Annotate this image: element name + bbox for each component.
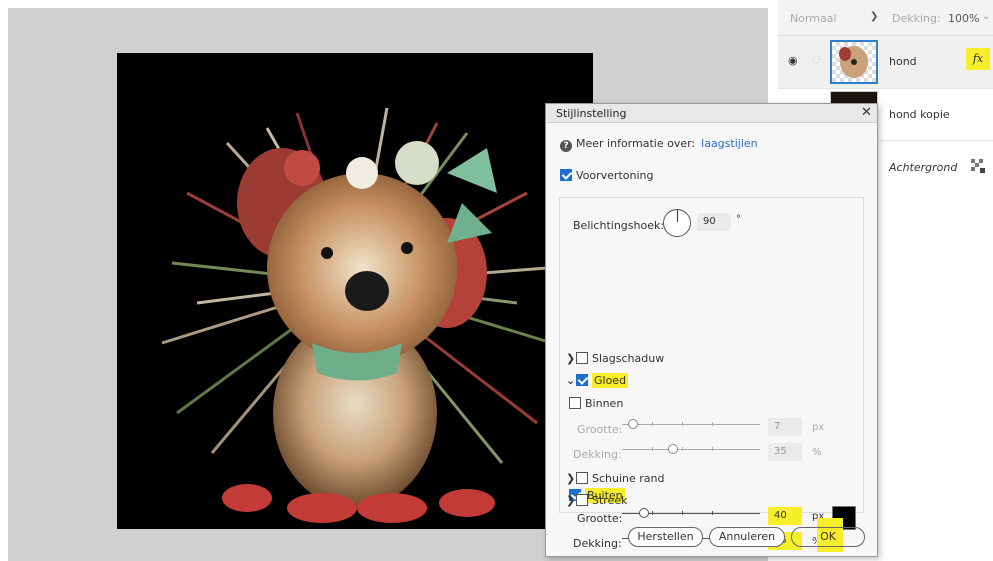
preview-label: Voorvertoning [576,169,654,182]
gloed-checkbox[interactable] [576,374,588,386]
streek-checkbox[interactable] [576,494,588,506]
gloed-row[interactable]: ⌄ Gloed [566,373,629,388]
slagschaduw-row[interactable]: ❯ Slagschaduw [566,352,664,365]
angle-label: Belichtingshoek: [573,219,665,232]
binnen-size-unit: px [812,422,825,433]
schuine-rand-checkbox[interactable] [576,472,588,484]
gloed-label: Gloed [592,373,629,388]
preview-checkbox[interactable]: Voorvertoning [560,169,653,182]
slider-knob[interactable] [668,444,678,454]
binnen-size-slider[interactable] [622,419,760,429]
eye-icon[interactable]: ◉ [788,54,798,67]
help-icon: ? [560,140,572,152]
degree-unit: ° [736,214,741,225]
chevron-right-icon[interactable]: ❯ [566,494,576,507]
chevron-right-icon[interactable]: ❯ [566,472,576,485]
slider-knob[interactable] [628,419,638,429]
streek-label: Streek [592,494,628,507]
layer-row-hond[interactable]: ◉ ◌ hond fx [778,36,993,88]
fx-icon[interactable]: fx [966,48,990,70]
binnen-opacity-unit: % [812,447,822,458]
slagschaduw-checkbox[interactable] [576,352,588,364]
slagschaduw-label: Slagschaduw [592,352,665,365]
binnen-opacity-label: Dekking: [573,448,622,461]
puppy-illustration [161,107,553,523]
streek-row[interactable]: ❯ Streek [566,494,627,507]
angle-dial[interactable] [663,209,691,237]
layers-toolbar: Normaal ❯ Dekking: 100% ⌄ [778,0,993,36]
buiten-size-label: Grootte: [577,512,623,525]
info-text: Meer informatie over: [576,137,696,150]
binnen-opacity-slider[interactable] [622,444,760,454]
cancel-button[interactable]: Annuleren [709,527,785,547]
info-row: ? Meer informatie over: laagstijlen [560,137,758,152]
buiten-size-input[interactable]: 40 [768,507,802,525]
link-icon[interactable]: ◌ [812,54,821,65]
checkbox-icon[interactable] [560,169,572,181]
info-link[interactable]: laagstijlen [701,137,757,150]
chevron-down-icon[interactable]: ❯ [870,11,878,22]
artboard-image[interactable] [117,53,593,529]
dialog-titlebar[interactable]: Stijlinstelling ✕ [546,104,877,123]
buiten-opacity-label: Dekking: [573,537,622,550]
close-icon[interactable]: ✕ [861,105,872,120]
binnen-size-label: Grootte: [577,423,623,436]
binnen-size-input[interactable]: 7 [768,418,802,436]
reset-button[interactable]: Herstellen [628,527,703,547]
chevron-right-icon[interactable]: ❯ [566,352,576,365]
schuine-rand-row[interactable]: ❯ Schuine rand [566,472,664,485]
layer-thumbnail[interactable] [830,40,878,84]
ok-label: OK [820,530,836,543]
layer-name[interactable]: hond kopie [889,108,950,121]
schuine-rand-label: Schuine rand [592,472,665,485]
slider-knob[interactable] [639,508,649,518]
binnen-opacity-input[interactable]: 35 [768,443,802,461]
angle-input[interactable]: 90 [697,213,731,231]
opacity-chevron-icon[interactable]: ⌄ [982,11,990,22]
blend-mode-select[interactable]: Normaal [790,12,837,25]
effects-panel: Belichtingshoek: 90 ° ❯ Slagschaduw ⌄ Gloe… [559,197,864,550]
opacity-label: Dekking: [892,12,941,25]
binnen-row[interactable]: Binnen [569,397,623,410]
layer-style-dialog: Stijlinstelling ✕ ? Meer informatie over:… [545,103,878,557]
opacity-value[interactable]: 100% [948,12,979,25]
binnen-checkbox[interactable] [569,397,581,409]
layer-name[interactable]: Achtergrond [889,161,957,174]
ok-button[interactable]: OK [791,527,865,547]
buiten-size-slider[interactable] [622,508,760,518]
lock-icon [970,158,986,174]
chevron-down-icon[interactable]: ⌄ [566,374,576,387]
dialog-title: Stijlinstelling [556,107,627,120]
binnen-label: Binnen [585,397,624,410]
layer-name[interactable]: hond [889,55,917,68]
